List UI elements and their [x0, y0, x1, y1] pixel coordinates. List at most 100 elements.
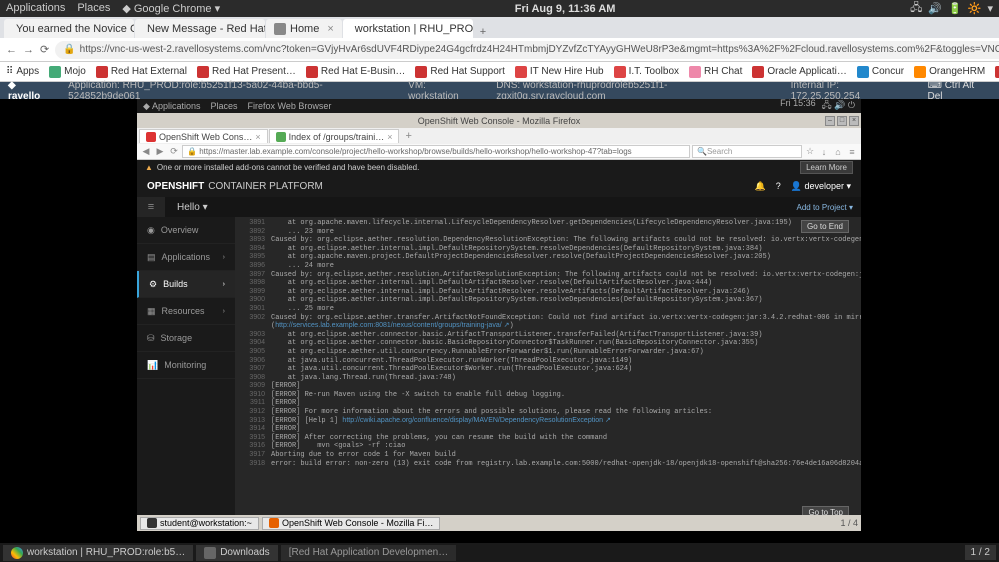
log-content[interactable]: 3891 at org.apache.maven.lifecycle.inter…: [235, 217, 861, 470]
bookmark-item[interactable]: ⠿ Apps: [6, 66, 39, 77]
taskbar-firefox[interactable]: OpenShift Web Console - Mozilla Fi…: [262, 517, 440, 530]
chrome-tab[interactable]: Home×: [266, 19, 342, 38]
tab-close-icon[interactable]: ×: [327, 23, 333, 35]
inner-taskbar: student@workstation:~ OpenShift Web Cons…: [137, 515, 861, 531]
taskbar-terminal[interactable]: student@workstation:~: [140, 517, 259, 530]
line-number: 3908: [241, 374, 265, 383]
openshift-subheader: ≡ Hello ▾ Add to Project ▾: [137, 197, 861, 217]
firefox-tab[interactable]: OpenShift Web Cons… ×: [139, 129, 268, 143]
sidebar-item-monitoring[interactable]: 📊 Monitoring: [137, 352, 235, 379]
ff-forward-button[interactable]: ▶: [154, 146, 166, 158]
chrome-tab[interactable]: You earned the Novice Co×: [4, 19, 134, 38]
close-button[interactable]: ×: [849, 116, 859, 126]
sidebar-label: Monitoring: [164, 360, 206, 370]
taskbar-app[interactable]: [Red Hat Application Developmen…: [281, 545, 457, 561]
inner-menu-ff[interactable]: Firefox Web Browser: [247, 101, 331, 112]
line-number: 3892: [241, 228, 265, 237]
chrome-tab[interactable]: New Message - Red Hat L×: [135, 19, 265, 38]
bell-icon[interactable]: 🔔: [754, 181, 765, 192]
chrome-tabstrip: You earned the Novice Co×New Message - R…: [0, 17, 999, 38]
log-link[interactable]: http://cwiki.apache.org/confluence/displ…: [342, 417, 610, 424]
line-number: 3905: [241, 348, 265, 357]
bookmark-item[interactable]: RHEL: [995, 66, 999, 78]
sidebar-item-applications[interactable]: ▤Applications›: [137, 244, 235, 271]
bookmark-item[interactable]: Red Hat External: [96, 66, 187, 78]
bookmark-item[interactable]: Red Hat Present…: [197, 66, 296, 78]
bookmark-item[interactable]: Mojo: [49, 66, 86, 78]
url-text: https://vnc-us-west-2.ravellosystems.com…: [80, 44, 999, 55]
inner-menu-places[interactable]: Places: [210, 101, 237, 112]
inner-menu-apps[interactable]: ◆ Applications: [143, 101, 200, 112]
reload-button[interactable]: ⟳: [40, 41, 49, 59]
sidebar-item-builds[interactable]: ⚙Builds›: [137, 271, 235, 298]
favicon: [689, 66, 701, 78]
user-menu[interactable]: 👤 developer ▾: [791, 181, 851, 192]
new-tab-button[interactable]: +: [400, 130, 416, 142]
bookmark-item[interactable]: Oracle Applicati…: [752, 66, 846, 78]
favicon: [306, 66, 318, 78]
log-viewer: Go to End 3891 at org.apache.maven.lifec…: [235, 217, 861, 531]
favicon: [197, 66, 209, 78]
add-to-project[interactable]: Add to Project ▾: [797, 203, 862, 212]
chrome-tab[interactable]: workstation | RHU_PROD×: [343, 19, 473, 38]
help-icon[interactable]: ?: [776, 181, 781, 191]
tab-close-icon[interactable]: ×: [387, 132, 392, 142]
ff-download-icon[interactable]: ↓: [818, 146, 830, 158]
sidebar-label: Overview: [161, 225, 199, 235]
maximize-button[interactable]: □: [837, 116, 847, 126]
firefox-titlebar: OpenShift Web Console - Mozilla Firefox …: [137, 113, 861, 128]
ff-home-icon[interactable]: ⌂: [832, 146, 844, 158]
burger-icon[interactable]: ≡: [137, 197, 165, 217]
ff-url-bar[interactable]: 🔒 https://master.lab.example.com/console…: [182, 145, 690, 158]
back-button[interactable]: ←: [6, 41, 17, 59]
new-tab-button[interactable]: +: [474, 26, 492, 38]
url-bar[interactable]: 🔒 https://vnc-us-west-2.ravellosystems.c…: [55, 41, 999, 59]
workspace-indicator[interactable]: 1 / 4: [840, 518, 858, 528]
menu-app[interactable]: ◆ Google Chrome ▾: [122, 2, 220, 15]
firefox-tab[interactable]: Index of /groups/traini… ×: [269, 129, 400, 143]
host-workspace-indicator[interactable]: 1 / 2: [965, 545, 996, 560]
bookmark-item[interactable]: I.T. Toolbox: [614, 66, 679, 78]
ff-bookmark-icon[interactable]: ☆: [804, 146, 816, 158]
line-number: 3902: [241, 314, 265, 323]
taskbar-chrome[interactable]: workstation | RHU_PROD:role:b5…: [3, 545, 193, 561]
log-link[interactable]: http://services.lab.example.com:8081/nex…: [275, 322, 509, 329]
bookmark-item[interactable]: Concur: [857, 66, 904, 78]
keyboard-icon[interactable]: ⌨ Ctrl Alt Del: [928, 80, 992, 102]
host-topbar: Applications Places ◆ Google Chrome ▾ Fr…: [0, 0, 999, 17]
sidebar-item-storage[interactable]: ⛁Storage: [137, 325, 235, 352]
line-number: 3912: [241, 408, 265, 417]
bookmark-item[interactable]: OrangeHRM: [914, 66, 985, 78]
sidebar-item-overview[interactable]: ◉Overview: [137, 217, 235, 244]
ff-reload-button[interactable]: ⟳: [168, 146, 180, 158]
favicon: [274, 23, 286, 35]
menu-places[interactable]: Places: [77, 2, 110, 15]
ff-back-button[interactable]: ◀: [140, 146, 152, 158]
menu-applications[interactable]: Applications: [6, 2, 65, 15]
ff-menu-icon[interactable]: ≡: [846, 146, 858, 158]
ff-search-box[interactable]: 🔍 Search: [692, 145, 802, 158]
sidebar-item-resources[interactable]: ▦Resources›: [137, 298, 235, 325]
forward-button[interactable]: →: [23, 41, 34, 59]
bookmark-item[interactable]: Red Hat E-Busin…: [306, 66, 405, 78]
apps-icon: ⠿: [6, 66, 13, 77]
inner-topbar: ◆ Applications Places Firefox Web Browse…: [137, 99, 861, 113]
sidebar-icon: ▦: [147, 306, 156, 317]
goto-end-button[interactable]: Go to End: [801, 220, 849, 233]
ravello-bar: ◆ ravello Application: RHU_PROD:role:b52…: [0, 82, 999, 99]
line-number: 3918: [241, 460, 265, 469]
lock-icon: 🔒: [63, 44, 75, 55]
tray[interactable]: 🖧🔊🔋🔆▾: [910, 0, 993, 18]
inner-tray[interactable]: 🖧 🔊 ⏻: [822, 98, 855, 114]
bookmark-item[interactable]: IT New Hire Hub: [515, 66, 604, 78]
learn-more-button[interactable]: Learn More: [800, 161, 853, 174]
tab-close-icon[interactable]: ×: [255, 132, 260, 142]
bookmark-item[interactable]: Red Hat Support: [415, 66, 505, 78]
tab-label: You earned the Novice Co: [16, 23, 134, 35]
minimize-button[interactable]: –: [825, 116, 835, 126]
taskbar-files[interactable]: Downloads: [196, 545, 277, 561]
sidebar: ◉Overview▤Applications›⚙Builds›▦Resource…: [137, 217, 235, 531]
sidebar-icon: 📊: [147, 360, 158, 371]
project-selector[interactable]: Hello ▾: [165, 202, 220, 213]
bookmark-item[interactable]: RH Chat: [689, 66, 742, 78]
